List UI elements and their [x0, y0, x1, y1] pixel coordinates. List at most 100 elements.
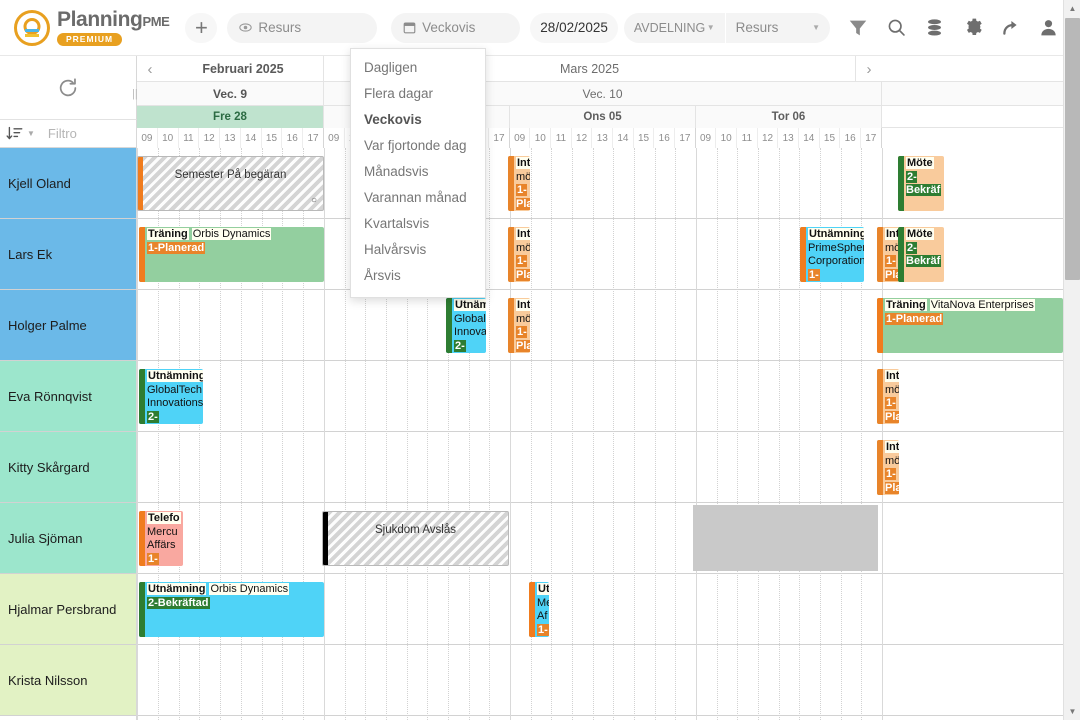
event-body: UtMeAf1- [535, 582, 549, 637]
event-body: Träning Orbis Dynamics 1-Planerad [145, 227, 324, 282]
event-company: VitaNova Enterprises [929, 299, 1035, 311]
event-body: Utnämning GlobalTech Innovations 2- [145, 369, 203, 424]
appointment-event[interactable]: Utnämning GlobalTech Innovations 2- [139, 369, 203, 424]
event-title: Utnämning [808, 228, 864, 242]
event-title: Int [885, 370, 899, 382]
resource-name: Kjell Oland [8, 175, 71, 191]
resource-name: Lars Ek [8, 246, 53, 262]
event-title: Int [885, 441, 899, 453]
appointment-event[interactable]: UtMeAf1- [529, 582, 549, 637]
appointment-event[interactable]: Intmö1-Pla [877, 440, 899, 495]
resource-name: Hjalmar Persbrand [8, 601, 117, 617]
refresh-icon[interactable] [57, 77, 79, 99]
row-divider [137, 715, 1063, 716]
resource-name: Eva Rönnqvist [8, 388, 92, 404]
settings-button[interactable] [956, 12, 988, 44]
view-menu-item[interactable]: Dagligen [351, 55, 485, 81]
grid-line [737, 148, 738, 720]
appointment-event[interactable]: Utnäm Global Innova 2- [446, 298, 486, 353]
sort-descending-icon[interactable] [6, 125, 23, 142]
prev-period-button[interactable]: ‹ [137, 56, 163, 82]
resource-row[interactable]: Julia Sjöman [0, 503, 136, 574]
hour-tick: 11 [551, 128, 572, 148]
event-title: Utnämning Orbis Dynamics [147, 583, 290, 595]
database-button[interactable] [918, 12, 950, 44]
hour-tick: 09 [323, 128, 345, 148]
panel-splitter[interactable]: || [132, 86, 138, 102]
user-profile-button[interactable] [1032, 12, 1064, 44]
hour-tick: 14 [798, 128, 820, 148]
appointment-event[interactable]: Utnämning Orbis Dynamics 2-Bekräftad [139, 582, 324, 637]
absence-event[interactable]: Sjukdom Avslås [322, 511, 509, 566]
date-input[interactable]: 28/02/2025 [530, 12, 618, 43]
event-status-label: 1-Pla [885, 397, 899, 424]
app-logo[interactable]: PlanningPME PREMIUM [14, 9, 170, 46]
event-body: Utnäm Global Innova 2- [452, 298, 486, 353]
resource-row[interactable]: Kjell Oland [0, 148, 136, 219]
event-title: Int [516, 299, 530, 311]
filter-button[interactable] [842, 12, 874, 44]
view-menu-item[interactable]: Månadsvis [351, 159, 485, 185]
appointment-event[interactable]: Träning Orbis Dynamics 1-Planerad [139, 227, 324, 282]
day-header-2[interactable]: Ons 05 [510, 106, 696, 128]
resource-row[interactable]: Holger Palme [0, 290, 136, 361]
eye-icon [239, 23, 253, 32]
filter-input[interactable]: Filtro [48, 126, 77, 141]
calendar-icon [403, 22, 416, 34]
event-body: Intmö1-Pla [514, 156, 530, 211]
resource-row[interactable]: Lars Ek [0, 219, 136, 290]
resource-row[interactable]: Hjalmar Persbrand [0, 574, 136, 645]
resource-row[interactable]: Kitty Skårgard [0, 432, 136, 503]
next-period-button[interactable]: › [856, 56, 882, 82]
appointment-event[interactable]: Intmö1-Pla [508, 298, 530, 353]
resource-name: Holger Palme [8, 317, 87, 333]
event-subtitle: mö [516, 312, 530, 325]
scrollbar-thumb[interactable] [1065, 18, 1080, 280]
view-menu-item[interactable]: Varannan månad [351, 185, 485, 211]
search-button[interactable] [880, 12, 912, 44]
day-header-0[interactable]: Fre 28 [137, 106, 324, 128]
resource-list: Kjell Oland Lars Ek Holger Palme Eva Rönnqv… [0, 148, 137, 720]
event-title: Int [516, 228, 530, 240]
appointment-event[interactable]: Möte 2-Bekräf [898, 156, 944, 211]
appointment-event[interactable]: Intmö1-Pla [508, 227, 530, 282]
share-button[interactable] [994, 12, 1026, 44]
event-title: Möte [906, 228, 934, 240]
appointment-event[interactable]: Möte 2-Bekräf [898, 227, 944, 282]
appointment-event[interactable]: Telefo Mercu Affärs 1- [139, 511, 183, 566]
add-button[interactable]: + [185, 12, 218, 43]
absence-event[interactable]: Semester På begäran ○ [137, 156, 324, 211]
resource-row[interactable]: Eva Rönnqvist [0, 361, 136, 432]
resource-row[interactable]: Krista Nilsson [0, 645, 136, 716]
view-menu-item[interactable]: Veckovis [351, 107, 485, 133]
view-menu-item[interactable]: Halvårsvis [351, 237, 485, 263]
hour-tick: 12 [757, 128, 779, 148]
appointment-event[interactable]: Intmö1-Pla [877, 227, 899, 282]
event-title: Int [516, 157, 530, 169]
department-dropdown[interactable]: AVDELNING ▼ [623, 12, 725, 43]
view-menu-item[interactable]: Var fjortonde dag [351, 133, 485, 159]
event-company: Orbis Dynamics [209, 583, 290, 595]
comment-icon[interactable]: ○ [311, 194, 317, 208]
resource-view-selector[interactable]: Resurs [227, 12, 378, 43]
appointment-event[interactable]: UtnämningPrimeSphereCorporation1- [800, 227, 864, 282]
vertical-scrollbar[interactable]: ▲ ▼ [1063, 0, 1080, 720]
view-menu-item[interactable]: Kvartalsvis [351, 211, 485, 237]
resource-dropdown[interactable]: Resurs ▼ [725, 12, 831, 43]
event-status-label: 1- [808, 268, 820, 281]
appointment-event[interactable]: Intmö1-Pla [877, 369, 899, 424]
sort-chevron-down-icon[interactable]: ▼ [27, 129, 35, 138]
appointment-event[interactable]: Intmö1-Pla [508, 156, 530, 211]
grid-line [758, 148, 759, 720]
view-mode-menu[interactable]: Dagligen Flera dagar Veckovis Var fjortonde… [350, 48, 486, 298]
sort-filter-bar: ▼ Filtro [0, 120, 137, 148]
day-header-3[interactable]: Tor 06 [696, 106, 882, 128]
schedule-grid[interactable]: Semester På begäran ○ Int mö 1-Pla Möte 2-Bekr… [137, 148, 1063, 720]
share-icon [1002, 20, 1017, 35]
appointment-event[interactable]: Träning VitaNova Enterprises 1-Planerad [877, 298, 1063, 353]
view-menu-item[interactable]: Årsvis [351, 263, 485, 289]
scroll-down-icon[interactable]: ▼ [1064, 703, 1080, 720]
view-mode-selector[interactable]: Veckovis [391, 12, 521, 43]
view-menu-item[interactable]: Flera dagar [351, 81, 485, 107]
scroll-up-icon[interactable]: ▲ [1064, 0, 1080, 17]
